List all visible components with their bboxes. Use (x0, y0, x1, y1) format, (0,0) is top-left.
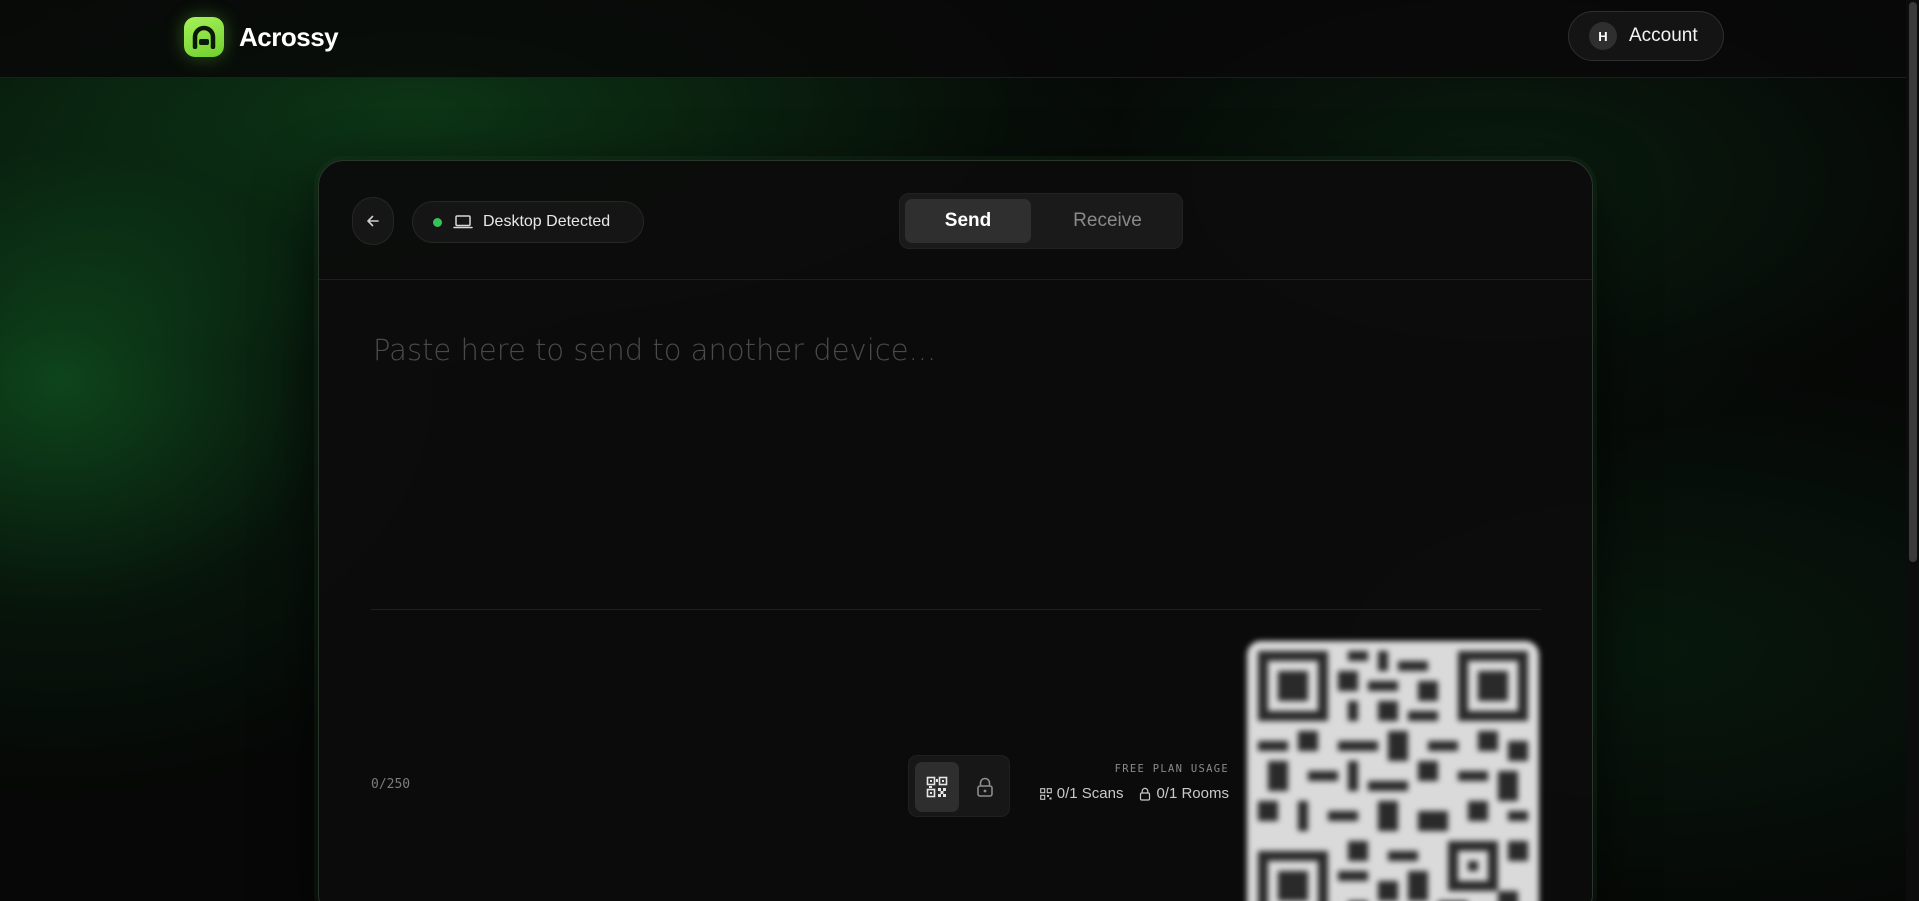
page-scrollbar[interactable] (1906, 0, 1919, 901)
qr-code-image (1248, 641, 1538, 901)
lock-icon (977, 777, 993, 797)
share-mode-toggle (908, 755, 1010, 817)
character-count: 0/250 (371, 777, 411, 792)
tab-receive[interactable]: Receive (1036, 199, 1179, 243)
qr-code-icon (1039, 787, 1052, 800)
scans-usage: 0/1 Scans (1039, 785, 1124, 802)
device-status-label: Desktop Detected (483, 213, 611, 230)
usage-title: FREE PLAN USAGE (1114, 763, 1229, 775)
qr-code-preview (1247, 641, 1539, 901)
card-header: Desktop Detected Send Receive (319, 161, 1592, 280)
scans-usage-label: 0/1 Scans (1056, 785, 1124, 802)
avatar: H (1589, 22, 1617, 50)
arrow-left-icon (367, 215, 379, 227)
brand-logo[interactable]: Acrossy (184, 17, 339, 57)
back-button[interactable] (352, 197, 394, 245)
lock-icon (1140, 787, 1151, 801)
paste-input[interactable] (371, 331, 1535, 565)
rooms-usage: 0/1 Rooms (1139, 785, 1229, 802)
clipboard-card: Desktop Detected Send Receive 0/250 (318, 160, 1593, 901)
brand-name: Acrossy (239, 21, 339, 52)
send-receive-toggle: Send Receive (899, 193, 1183, 249)
divider (371, 609, 1541, 610)
qr-mode-button[interactable] (915, 762, 959, 812)
tab-send[interactable]: Send (905, 199, 1031, 243)
lock-mode-button[interactable] (963, 762, 1007, 812)
account-button[interactable]: H Account (1568, 11, 1724, 61)
usage-row: 0/1 Scans 0/1 Rooms (1025, 785, 1229, 802)
qr-code-icon (926, 776, 948, 798)
status-dot (433, 217, 442, 227)
account-label: Account (1629, 25, 1698, 46)
device-status-badge: Desktop Detected (412, 201, 644, 243)
free-plan-usage: FREE PLAN USAGE 0/1 Scans 0/1 Rooms (1025, 763, 1229, 802)
laptop-icon (453, 214, 473, 230)
top-navigation-bar: Acrossy H Account (0, 0, 1919, 78)
rooms-usage-label: 0/1 Rooms (1156, 785, 1229, 802)
acrossy-logo-icon (184, 17, 224, 57)
scrollbar-thumb[interactable] (1909, 2, 1917, 562)
